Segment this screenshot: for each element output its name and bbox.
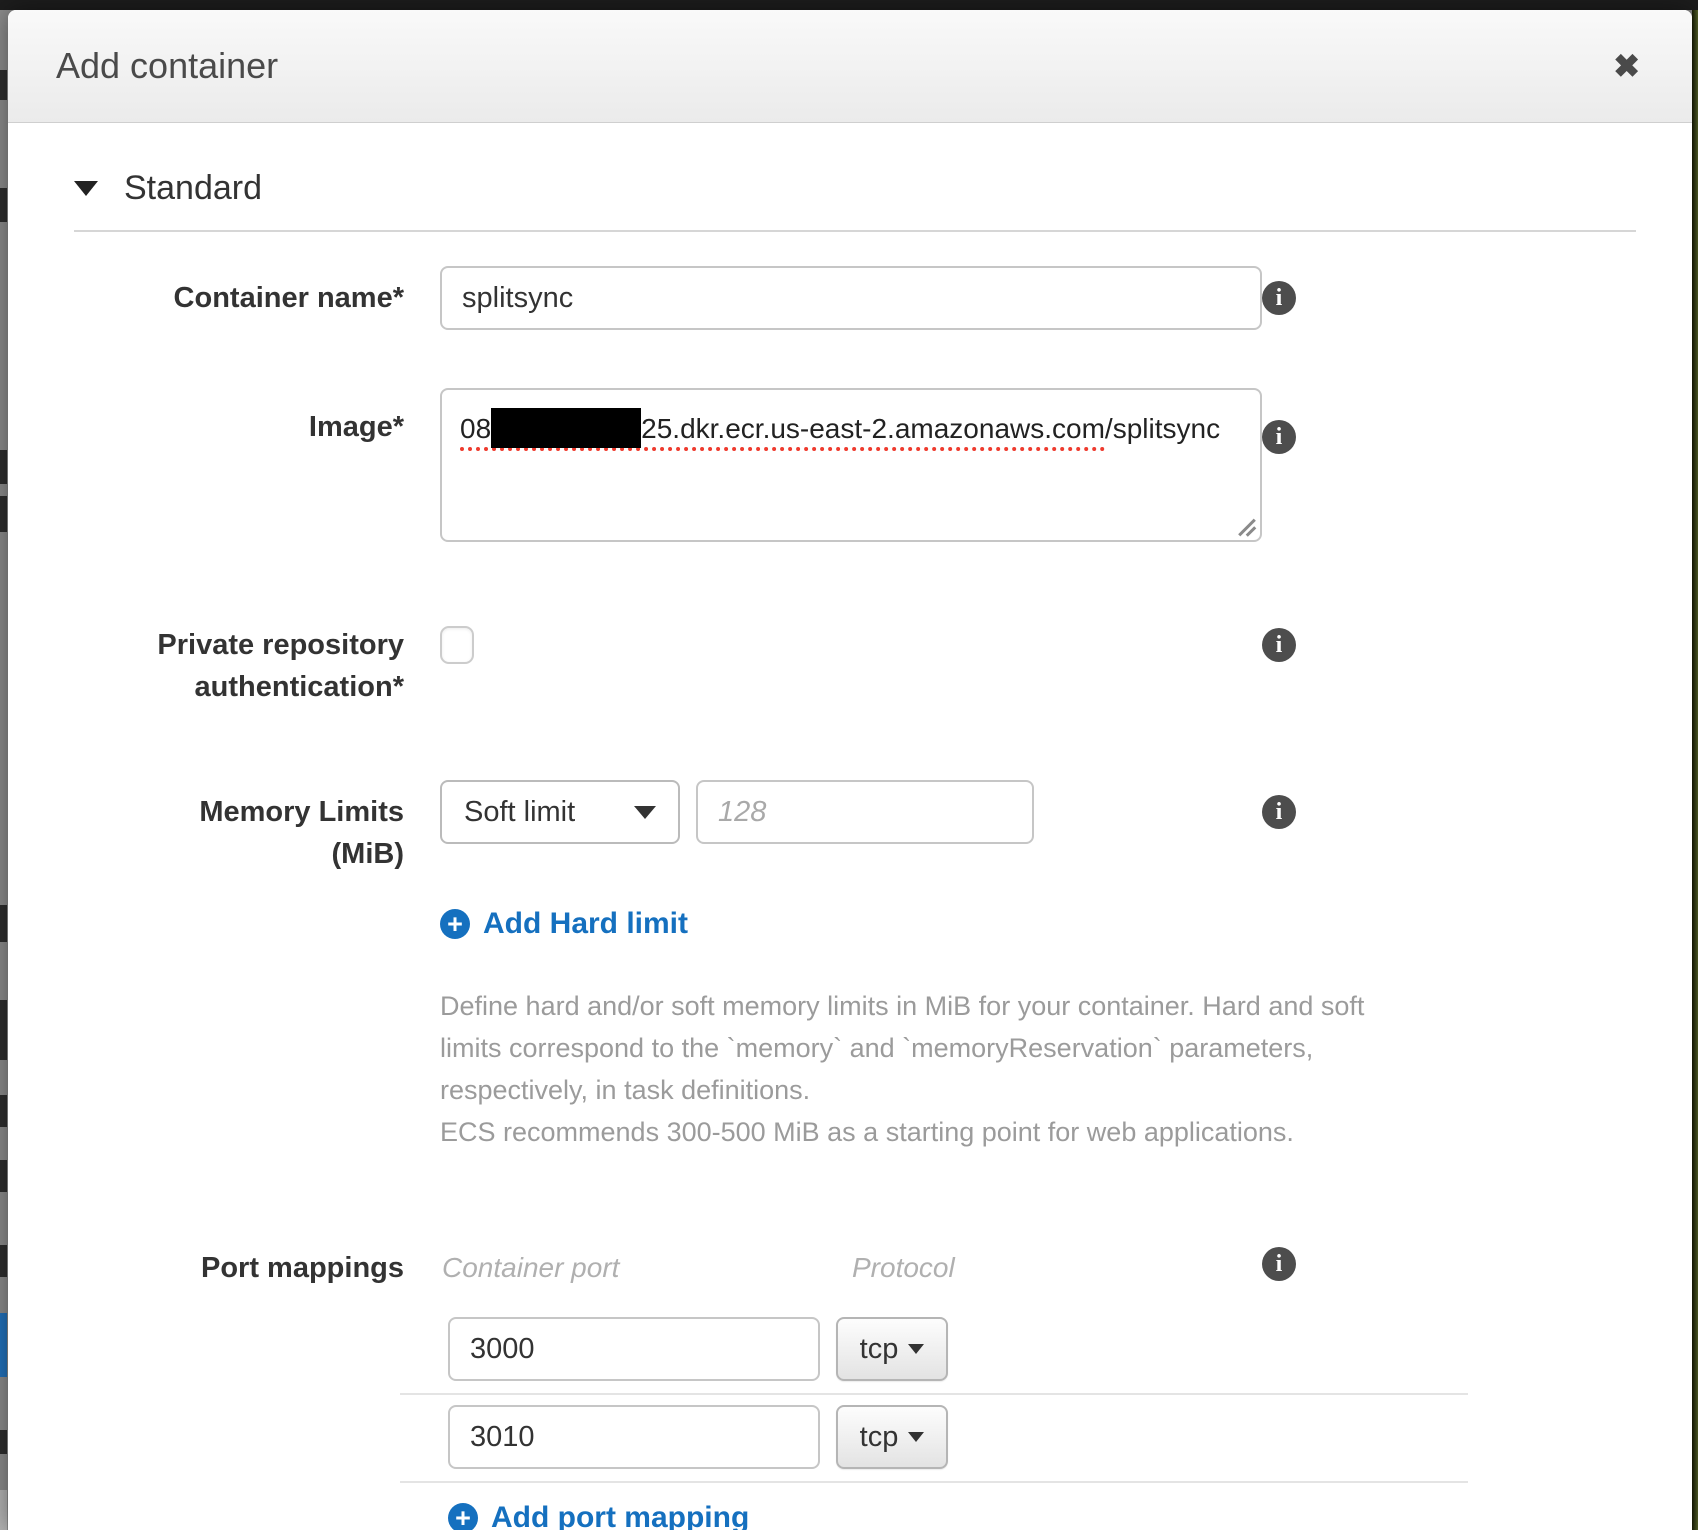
- port-mapping-row: tcp ✖: [448, 1317, 1692, 1381]
- protocol-select[interactable]: tcp: [836, 1405, 948, 1469]
- protocol-value: tcp: [860, 1333, 899, 1366]
- background-page-fragment: [0, 450, 7, 484]
- redaction-box: [491, 408, 641, 448]
- memory-limits-label: Memory Limits (MiB): [8, 780, 404, 875]
- memory-limits-label-line1: Memory Limits: [8, 791, 404, 833]
- memory-limit-type-select[interactable]: Soft limit: [440, 780, 680, 844]
- dialog-title: Add container: [56, 10, 278, 122]
- memory-limits-label-line2: (MiB): [8, 833, 404, 875]
- chevron-down-icon: [74, 181, 98, 196]
- background-page-fragment: [0, 1490, 7, 1530]
- image-value-path: /splitsync: [1105, 413, 1220, 444]
- add-hard-limit-link[interactable]: + Add Hard limit: [440, 907, 1692, 941]
- background-top-bar: [0, 0, 1698, 10]
- dialog-header: Add container ✖: [8, 10, 1692, 123]
- caret-down-icon: [908, 1344, 924, 1354]
- section-divider: [74, 230, 1636, 232]
- background-page-fragment: [0, 1430, 7, 1454]
- background-page-fragment: [0, 1313, 7, 1377]
- port-mappings-header-row: Port mappings Container port Protocol i: [8, 1247, 1692, 1289]
- container-name-row: Container name* i: [8, 266, 1692, 330]
- info-icon[interactable]: i: [1262, 281, 1296, 315]
- add-hard-limit-label: Add Hard limit: [483, 907, 688, 941]
- port-row-divider: [400, 1393, 1468, 1395]
- memory-help-line: ECS recommends 300-500 MiB as a starting…: [440, 1111, 1692, 1153]
- info-icon[interactable]: i: [1262, 420, 1296, 454]
- container-name-label: Container name*: [8, 277, 404, 319]
- background-page-fragment: [0, 905, 7, 942]
- image-label: Image*: [8, 388, 404, 448]
- background-page-fragment: [0, 1095, 7, 1127]
- container-port-input[interactable]: [448, 1317, 820, 1381]
- container-name-input[interactable]: [440, 266, 1262, 330]
- background-page-fragment: [0, 1245, 7, 1277]
- plus-icon: +: [440, 909, 470, 939]
- background-page-fragment: [0, 1000, 7, 1060]
- memory-help-text: Define hard and/or soft memory limits in…: [440, 985, 1692, 1153]
- protocol-column-header: Protocol: [852, 1247, 955, 1289]
- memory-limit-type-value: Soft limit: [464, 796, 575, 829]
- dialog-body: Standard Container name* i Image* 08 25.d…: [8, 169, 1692, 1530]
- image-value-prefix: 08: [460, 413, 491, 444]
- protocol-select[interactable]: tcp: [836, 1317, 948, 1381]
- memory-limits-row: Memory Limits (MiB) Soft limit i: [8, 780, 1692, 875]
- background-page-fragment: [0, 496, 7, 532]
- container-port-input[interactable]: [448, 1405, 820, 1469]
- background-page-fragment: [0, 70, 7, 100]
- section-title: Standard: [124, 169, 262, 208]
- info-icon[interactable]: i: [1262, 1247, 1296, 1281]
- spellcheck-underline: 08 25.dkr.ecr.us-east-2.amazonaws.com: [460, 413, 1105, 451]
- image-value-domain: 25.dkr.ecr.us-east-2.amazonaws.com: [641, 413, 1105, 444]
- private-repo-label-line1: Private repository: [8, 624, 404, 666]
- background-page-fragment: [0, 188, 7, 222]
- port-mappings-columns: Container port Protocol: [442, 1247, 955, 1289]
- close-icon[interactable]: ✖: [1613, 48, 1640, 84]
- info-icon[interactable]: i: [1262, 628, 1296, 662]
- private-repo-checkbox[interactable]: [440, 626, 474, 664]
- background-right-edge: [1692, 10, 1698, 1530]
- private-repo-label: Private repository authentication*: [8, 624, 404, 708]
- caret-down-icon: [908, 1432, 924, 1442]
- port-mappings-label: Port mappings: [8, 1247, 404, 1289]
- image-value: 08 25.dkr.ecr.us-east-2.amazonaws.com/spl…: [460, 408, 1242, 449]
- add-port-mapping-label: Add port mapping: [491, 1501, 749, 1530]
- private-repo-label-line2: authentication*: [8, 666, 404, 708]
- private-repo-row: Private repository authentication* i: [8, 624, 1692, 708]
- plus-icon: +: [448, 1503, 478, 1530]
- info-icon[interactable]: i: [1262, 795, 1296, 829]
- section-standard[interactable]: Standard: [74, 169, 1692, 208]
- memory-help-line: limits correspond to the `memory` and `m…: [440, 1027, 1692, 1069]
- caret-down-icon: [634, 806, 656, 819]
- resize-grip-icon[interactable]: [1237, 517, 1257, 537]
- image-row: Image* 08 25.dkr.ecr.us-east-2.amazonaws.…: [8, 388, 1692, 542]
- add-port-mapping-link[interactable]: + Add port mapping: [448, 1501, 1692, 1530]
- background-page-fragment: [0, 1160, 7, 1192]
- port-mapping-row: tcp ✖: [448, 1405, 1692, 1469]
- memory-help-line: respectively, in task definitions.: [440, 1069, 1692, 1111]
- protocol-value: tcp: [860, 1421, 899, 1454]
- port-row-divider: [400, 1481, 1468, 1483]
- container-port-column-header: Container port: [442, 1247, 852, 1289]
- screen: Add container ✖ Standard Container name*…: [0, 0, 1698, 1530]
- memory-limit-value-input[interactable]: [696, 780, 1034, 844]
- add-container-dialog: Add container ✖ Standard Container name*…: [8, 10, 1692, 1530]
- memory-help-line: Define hard and/or soft memory limits in…: [440, 985, 1692, 1027]
- image-textarea[interactable]: 08 25.dkr.ecr.us-east-2.amazonaws.com/spl…: [440, 388, 1262, 542]
